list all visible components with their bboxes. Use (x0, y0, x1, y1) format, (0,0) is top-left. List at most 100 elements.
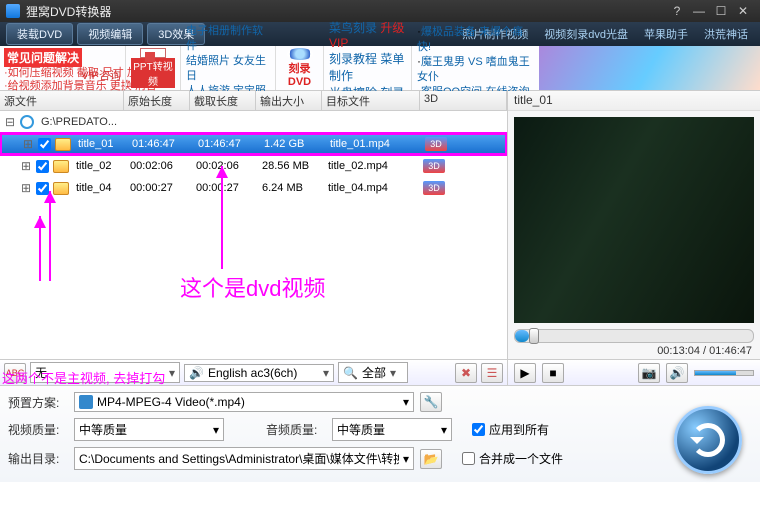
disc-icon (20, 115, 34, 129)
expand-icon[interactable]: ⊞ (22, 137, 34, 151)
load-dvd-button[interactable]: 装载DVD (6, 23, 73, 45)
dvd-icon (287, 48, 313, 60)
preset-settings-button[interactable]: 🔧 (420, 392, 442, 412)
row-orig: 00:02:06 (127, 160, 193, 172)
th-orig: 原始长度 (124, 91, 190, 110)
folder-icon (53, 182, 69, 195)
toolbar-link[interactable]: 苹果助手 (638, 26, 694, 42)
edit-video-button[interactable]: 视频编辑 (77, 23, 143, 45)
time-display: 00:13:04 / 01:46:47 (508, 343, 760, 359)
chevron-down-icon: ▾ (403, 452, 409, 466)
folder-icon (53, 160, 69, 173)
video-preview[interactable] (514, 117, 754, 323)
clear-list-button[interactable]: ☰ (481, 363, 503, 383)
volume-slider[interactable] (694, 370, 754, 376)
chevron-down-icon: ▾ (441, 423, 447, 437)
row-name: title_02 (73, 160, 127, 172)
preview-title: title_01 (508, 91, 760, 111)
row-clip: 01:46:47 (195, 138, 261, 150)
th-clip: 截取长度 (190, 91, 256, 110)
faq-line[interactable]: ·如何压缩视频 截取 尺寸 加速 (4, 67, 121, 80)
row-orig: 01:46:47 (129, 138, 195, 150)
window-title: 狸窝DVD转换器 (26, 3, 666, 20)
th-source: 源文件 (0, 91, 124, 110)
table-row[interactable]: ⊞title_0400:00:2700:00:276.24 MBtitle_04… (0, 177, 507, 199)
seek-thumb[interactable] (529, 328, 539, 344)
merge-checkbox[interactable]: 合并成一个文件 (462, 450, 563, 467)
annotation-uncheck: 这两个不是主视频, 去掉打勾 (2, 368, 165, 387)
ppt-icon (140, 48, 166, 58)
faq-title: 常见问题解决 (4, 48, 82, 67)
audio-quality-select[interactable]: 中等质量▾ (332, 418, 452, 441)
th-target: 目标文件 (322, 91, 420, 110)
chevron-down-icon: ▾ (323, 366, 329, 380)
convert-arrow-icon (691, 423, 725, 457)
table-row[interactable]: ⊞title_0200:02:0600:02:0628.56 MBtitle_0… (0, 155, 507, 177)
row-size: 6.24 MB (259, 182, 325, 194)
row-checkbox[interactable] (38, 138, 51, 151)
expand-icon[interactable]: ⊞ (20, 181, 32, 195)
collapse-icon[interactable]: ⊟ (4, 115, 16, 129)
snapshot-button[interactable]: 📷 (638, 363, 660, 383)
output-label: 输出目录: (8, 450, 68, 467)
annotation-dvd-video: 这个是dvd视频 (180, 271, 325, 303)
row-clip: 00:00:27 (193, 182, 259, 194)
stop-button[interactable]: ■ (542, 363, 564, 383)
play-button[interactable]: ▶ (514, 363, 536, 383)
preset-select[interactable]: MP4-MPEG-4 Video(*.mp4)▾ (74, 392, 414, 412)
row-clip: 00:02:06 (193, 160, 259, 172)
row-checkbox[interactable] (36, 182, 49, 195)
table-row[interactable]: ⊞title_0101:46:4701:46:471.42 GBtitle_01… (0, 133, 507, 155)
ppt-label: PPT转视频 (131, 58, 175, 88)
volume-button[interactable]: 🔊 (666, 363, 688, 383)
vq-label: 视频质量: (8, 421, 68, 438)
dvd-label: 刻录DVD (281, 60, 318, 88)
expand-icon[interactable]: ⊞ (20, 159, 32, 173)
faq-panel: 常见问题解决VIP咨询 ·如何压缩视频 截取 尺寸 加速 ·给视频添加背景音乐 … (0, 46, 125, 90)
disc-root-row[interactable]: ⊟ G:\PREDATO... (0, 111, 507, 133)
help-button[interactable]: ? (666, 4, 688, 18)
app-icon (6, 4, 20, 18)
row-target: title_04.mp4 (325, 182, 423, 194)
minimize-button[interactable]: — (688, 4, 710, 18)
3d-badge[interactable]: 3D (425, 137, 447, 151)
convert-button[interactable] (674, 406, 742, 474)
burn-dvd-ad[interactable]: 刻录DVD (275, 46, 323, 90)
3d-badge[interactable]: 3D (423, 181, 445, 195)
table-header: 源文件 原始长度 截取长度 输出大小 目标文件 3D (0, 91, 507, 111)
audio-track-select[interactable]: 🔊English ac3(6ch)▾ (184, 364, 334, 382)
th-size: 输出大小 (256, 91, 322, 110)
preset-label: 预置方案: (8, 394, 68, 411)
aq-label: 音频质量: (266, 421, 326, 438)
open-folder-button[interactable]: 📂 (420, 449, 442, 469)
banner-links-2: 菜鸟刻录 升级 VIP 刻录教程 菜单制作 光盘擦除 刻录照片 (323, 46, 411, 90)
chevron-down-icon: ▾ (390, 366, 396, 380)
row-target: title_01.mp4 (327, 138, 425, 150)
ppt-convert-ad[interactable]: PPT转视频 (125, 46, 180, 90)
video-quality-select[interactable]: 中等质量▾ (74, 418, 224, 441)
banner-links-3: ·爆极品装备 来爆个痛快! ·魔王鬼男 VS 嗜血鬼王女仆 ·客服QQ空间 在线… (411, 46, 539, 90)
maximize-button[interactable]: ☐ (710, 4, 732, 18)
banner-game-ad[interactable] (539, 46, 760, 90)
seek-bar[interactable] (514, 329, 754, 343)
toolbar-link[interactable]: 洪荒神话 (698, 26, 754, 42)
row-size: 1.42 GB (261, 138, 327, 150)
3d-badge[interactable]: 3D (423, 159, 445, 173)
toolbar-link[interactable]: 视频刻录dvd光盘 (538, 26, 634, 42)
close-button[interactable]: ✕ (732, 4, 754, 18)
disc-path: G:\PREDATO... (38, 116, 120, 128)
row-orig: 00:00:27 (127, 182, 193, 194)
banner-links-1: 电子相册制作软件 结婚照片 女友生日 人人旅游 宝宝照片 (180, 46, 275, 90)
scope-select[interactable]: 🔍全部▾ (338, 362, 408, 383)
th-3d: 3D (420, 91, 507, 110)
row-target: title_02.mp4 (325, 160, 423, 172)
row-size: 28.56 MB (259, 160, 325, 172)
row-checkbox[interactable] (36, 160, 49, 173)
output-dir-input[interactable]: C:\Documents and Settings\Administrator\… (74, 447, 414, 470)
row-name: title_04 (73, 182, 127, 194)
apply-all-checkbox[interactable]: 应用到所有 (472, 421, 549, 438)
chevron-down-icon: ▾ (403, 395, 409, 409)
delete-button[interactable]: ✖ (455, 363, 477, 383)
folder-icon (55, 138, 71, 151)
chevron-down-icon: ▾ (169, 366, 175, 380)
